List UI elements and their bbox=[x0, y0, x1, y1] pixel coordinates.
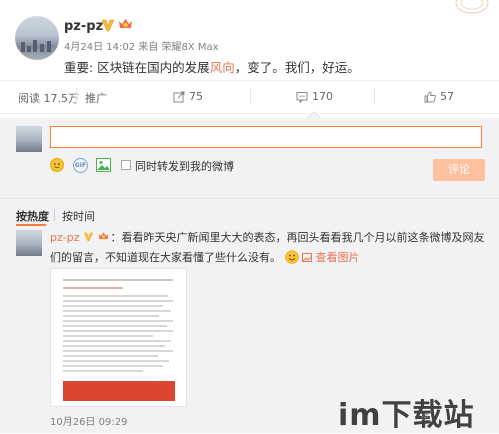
vip-icon bbox=[99, 232, 109, 240]
verified-icon bbox=[101, 19, 115, 32]
sort-by-time-tab[interactable]: 按时间 bbox=[62, 208, 95, 224]
read-count: 阅读 17.5万 bbox=[18, 92, 79, 105]
watermark-small: 逆 bbox=[421, 413, 429, 422]
thumbs-up-icon bbox=[424, 91, 436, 102]
sort-by-hot-tab[interactable]: 按热度 bbox=[16, 208, 49, 224]
vip-icon bbox=[119, 19, 132, 28]
comment-image-thumbnail[interactable] bbox=[50, 268, 187, 407]
comment-item: pz-pz ：看看昨天央广新闻里大大的表态，再回头看看我几个月以前这条微博及网友… bbox=[50, 228, 490, 268]
forward-icon bbox=[173, 91, 185, 102]
corner-stamp-icon bbox=[455, 0, 489, 14]
forward-button[interactable]: 75 bbox=[173, 90, 203, 103]
comment-button[interactable]: 170 bbox=[296, 90, 333, 103]
emoji-icon[interactable] bbox=[50, 158, 64, 172]
watermark: im下载站 bbox=[338, 398, 475, 433]
post-meta: 4月24日 14:02 来自 荣耀8X Max bbox=[64, 42, 219, 53]
forward-checkbox[interactable] bbox=[121, 160, 131, 170]
submit-comment-button[interactable]: 评论 bbox=[433, 159, 485, 181]
comment-time: 10月26日 09:29 bbox=[50, 417, 128, 428]
comment-avatar[interactable] bbox=[16, 230, 42, 256]
forward-label: 同时转发到我的微博 bbox=[135, 160, 234, 173]
my-avatar bbox=[16, 126, 42, 152]
comment-input[interactable] bbox=[50, 126, 482, 148]
active-sort-indicator bbox=[16, 224, 46, 226]
sort-separator bbox=[54, 209, 55, 221]
view-image-link[interactable]: 查看图片 bbox=[302, 251, 360, 264]
verified-icon bbox=[83, 232, 94, 242]
author-name[interactable]: pz-pz bbox=[64, 19, 103, 34]
gif-icon[interactable]: GIF bbox=[73, 158, 88, 173]
like-button[interactable]: 57 bbox=[424, 90, 454, 103]
promote-button[interactable]: 推广 bbox=[85, 90, 107, 106]
comment-icon bbox=[296, 91, 308, 103]
image-icon[interactable] bbox=[96, 158, 111, 172]
comment-text: ：看看昨天央广新闻里大大的表态，再回头看看我几个月以前这条微博及网友们的留言，不… bbox=[50, 231, 485, 264]
author-avatar[interactable] bbox=[15, 16, 59, 60]
image-icon bbox=[302, 253, 312, 262]
emoji-smile-icon bbox=[284, 250, 299, 264]
divider bbox=[0, 198, 499, 199]
comment-author[interactable]: pz-pz bbox=[50, 231, 79, 244]
post-content: 重要: 区块链在国内的发展风向，变了。我们，好运。 bbox=[64, 60, 360, 75]
